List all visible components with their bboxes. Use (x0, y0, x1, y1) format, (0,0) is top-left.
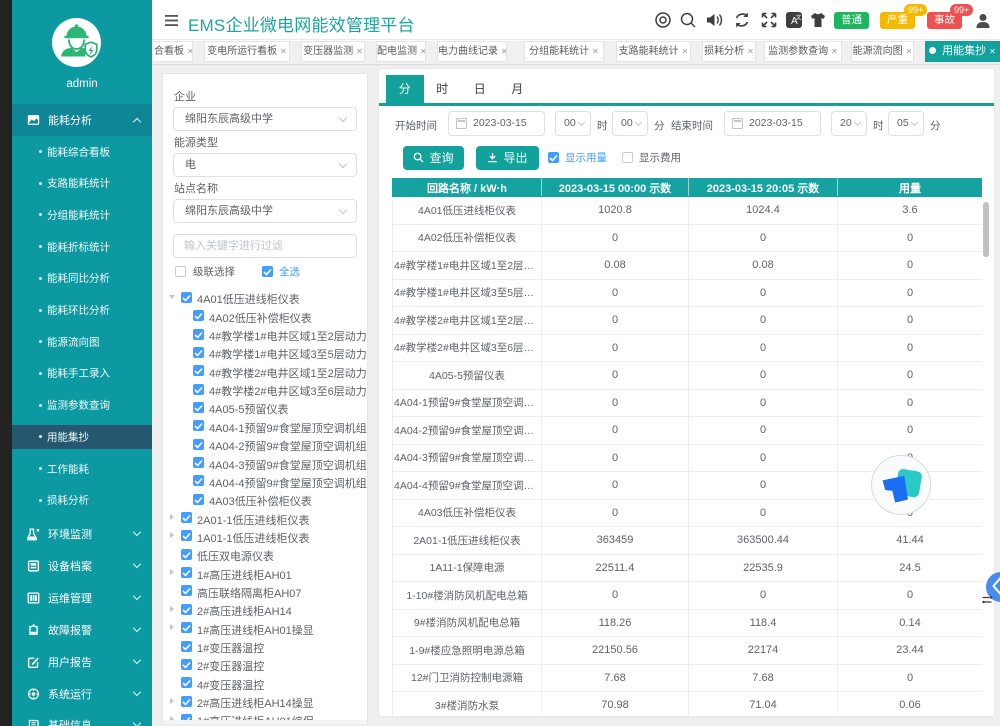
svg-text:文: 文 (796, 14, 802, 22)
